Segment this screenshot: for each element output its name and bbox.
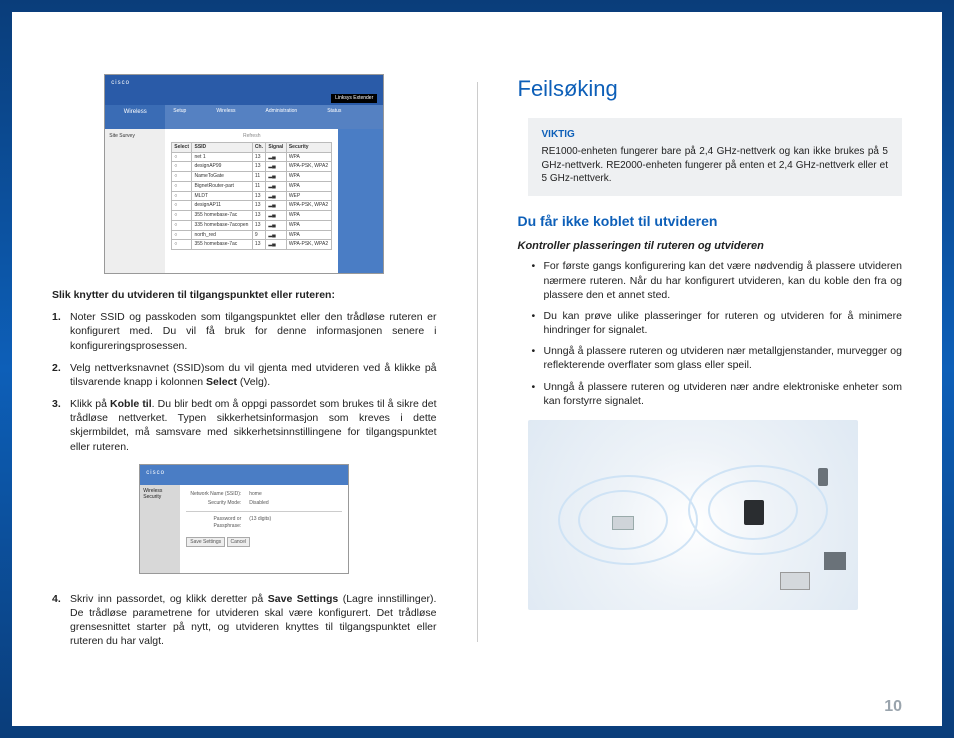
step-item: Skriv inn passordet, og klikk deretter p… [70,592,437,649]
screenshot-wireless-security: cisco Wireless Security Network Name (SS… [139,464,349,574]
col-select: Select [172,142,192,152]
placement-illustration [528,420,858,610]
extender-icon [744,500,764,525]
col-signal: Signal [266,142,287,152]
tab-setup: Setup [173,108,186,115]
phone-icon [818,468,828,486]
product-badge: Linksys Extender [331,94,377,103]
networks-table: Select SSID Ch. Signal Security ○net 113… [171,142,332,250]
table-row: ○designAP9913▂▄WPA-PSK, WPA2 [172,162,332,172]
left-heading: Slik knytter du utvideren til tilgangspu… [52,288,437,302]
column-divider [477,82,478,642]
btn-cancel: Cancel [227,537,251,548]
laptop-icon [780,572,810,590]
left-column: cisco Linksys Extender Wireless Setup Wi… [52,74,437,702]
ss2-side: Wireless Security [140,485,180,573]
table-row: ○335 homebase-7acopen13▂▄WPA [172,220,332,230]
col-ssid: SSID [192,142,252,152]
step-item: Klikk på Koble til. Du blir bedt om å op… [70,397,437,454]
table-row: ○355 homebase-7ac13▂▄WPA-PSK, WPA2 [172,240,332,250]
table-row: ○BignetRouter-part11▂▄WPA [172,181,332,191]
v-ssid: home [249,491,262,498]
step-item: Noter SSID og passkoden som tilgangspunk… [70,310,437,353]
step-item: Velg nettverksnavnet (SSID)som du vil gj… [70,361,437,389]
table-row: ○355 homebase-7ac13▂▄WPA [172,211,332,221]
tab-admin: Administration [266,108,298,115]
side-label: Site Survey [105,129,165,273]
k-pass: Password or Passphrase: [186,516,241,530]
k-mode: Security Mode: [186,500,241,507]
k-ssid: Network Name (SSID): [186,491,241,498]
table-row: ○designAP1113▂▄WPA-PSK, WPA2 [172,201,332,211]
callout-body: RE1000-enheten fungerer bare på 2,4 GHz-… [542,145,889,186]
v-mode: Disabled [249,500,268,507]
bullet-item: For første gangs konfigurering kan det v… [544,259,903,302]
callout-heading: Viktig [542,128,889,142]
table-row: ○MLDT13▂▄WEP [172,191,332,201]
right-column: Feilsøking Viktig RE1000-enheten fungere… [518,74,903,702]
page-number: 10 [884,698,902,716]
btn-save: Save Settings [186,537,225,548]
screenshot-site-survey: cisco Linksys Extender Wireless Setup Wi… [104,74,384,274]
tab-wireless-label: Wireless [105,105,165,129]
v-pass: (13 digits) [249,516,271,530]
cisco-logo-2: cisco [146,469,165,477]
bullet-item: Unngå å plassere ruteren og utvideren næ… [544,380,903,408]
col-ch: Ch. [252,142,265,152]
sub-heading: Du får ikke koblet til utvideren [518,212,903,231]
cisco-logo: cisco [111,79,130,87]
col-security: Security [286,142,331,152]
italic-heading: Kontroller plasseringen til ruteren og u… [518,239,903,254]
tab-status: Status [327,108,341,115]
table-row: ○north_red9▂▄WPA [172,230,332,240]
table-row: ○NameToGate11▂▄WPA [172,172,332,182]
refresh-button: Refresh [243,133,261,139]
important-callout: Viktig RE1000-enheten fungerer bare på 2… [528,118,903,196]
title-feilsoking: Feilsøking [518,74,903,104]
printer-icon [824,552,846,570]
router-icon [612,516,634,530]
bullet-item: Unngå å plassere ruteren og utvideren næ… [544,344,903,372]
bullet-item: Du kan prøve ulike plasseringer for rute… [544,309,903,337]
table-row: ○net 113▂▄WPA [172,152,332,162]
tab-wireless: Wireless [216,108,235,115]
